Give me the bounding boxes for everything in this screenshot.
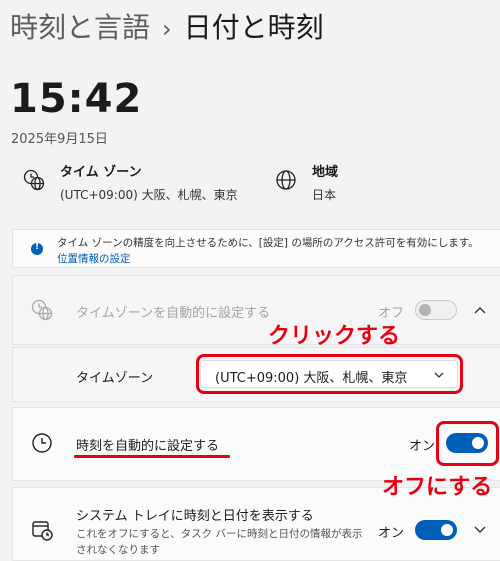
tray-clock-description: これをオフにすると、タスク バーに時刻と日付の情報が表示されなくなります [76, 528, 363, 556]
calendar-clock-icon [32, 521, 53, 541]
auto-timezone-toggle [415, 300, 457, 320]
annotation-timezone-highlight [196, 354, 463, 394]
annotation-turn-off: オフにする [382, 475, 493, 500]
annotation-underline [74, 455, 230, 458]
timezone-label: タイムゾーン [76, 371, 154, 386]
auto-time-label: 時刻を自動的に設定する [76, 439, 220, 454]
timezone-globe-clock-icon [31, 299, 53, 321]
region-info: 地域 日本 [274, 160, 338, 203]
location-settings-link[interactable]: 位置情報の設定 [57, 251, 131, 266]
tray-clock-label: システム トレイに時刻と日付を表示する [76, 509, 314, 524]
annotation-toggle-highlight [436, 421, 499, 466]
current-time: 15:42 [10, 76, 143, 122]
timezone-globe-clock-icon [23, 169, 45, 191]
info-icon [31, 242, 43, 255]
tray-clock-toggle[interactable] [415, 520, 457, 540]
region-info-label: 地域 [312, 165, 339, 180]
region-info-value: 日本 [312, 188, 337, 202]
breadcrumb-separator: › [162, 15, 172, 43]
location-permission-notice: タイム ゾーンの精度を向上させるために、[設定] の場所のアクセス許可を有効にし… [12, 229, 500, 268]
page-title: 日付と時刻 [183, 11, 324, 44]
globe-icon [276, 170, 296, 190]
tray-clock-state: オン [378, 526, 405, 541]
breadcrumb: 時刻と言語 › 日付と時刻 [10, 6, 324, 46]
auto-timezone-label: タイムゾーンを自動的に設定する [76, 306, 271, 321]
notice-text: タイム ゾーンの精度を向上させるために、[設定] の場所のアクセス許可を有効にし… [57, 237, 479, 249]
chevron-up-icon[interactable] [473, 305, 487, 315]
annotation-click: クリックする [268, 324, 401, 349]
breadcrumb-parent-link[interactable]: 時刻と言語 [10, 11, 150, 44]
timezone-info: タイム ゾーン (UTC+09:00) 大阪、札幌、東京 [22, 160, 238, 203]
current-date: 2025年9月15日 [11, 132, 108, 147]
timezone-info-value: (UTC+09:00) 大阪、札幌、東京 [60, 188, 238, 202]
chevron-down-icon[interactable] [473, 525, 487, 535]
timezone-info-label: タイム ゾーン [60, 165, 142, 180]
auto-time-state: オン [409, 439, 436, 454]
clock-icon [32, 433, 52, 453]
